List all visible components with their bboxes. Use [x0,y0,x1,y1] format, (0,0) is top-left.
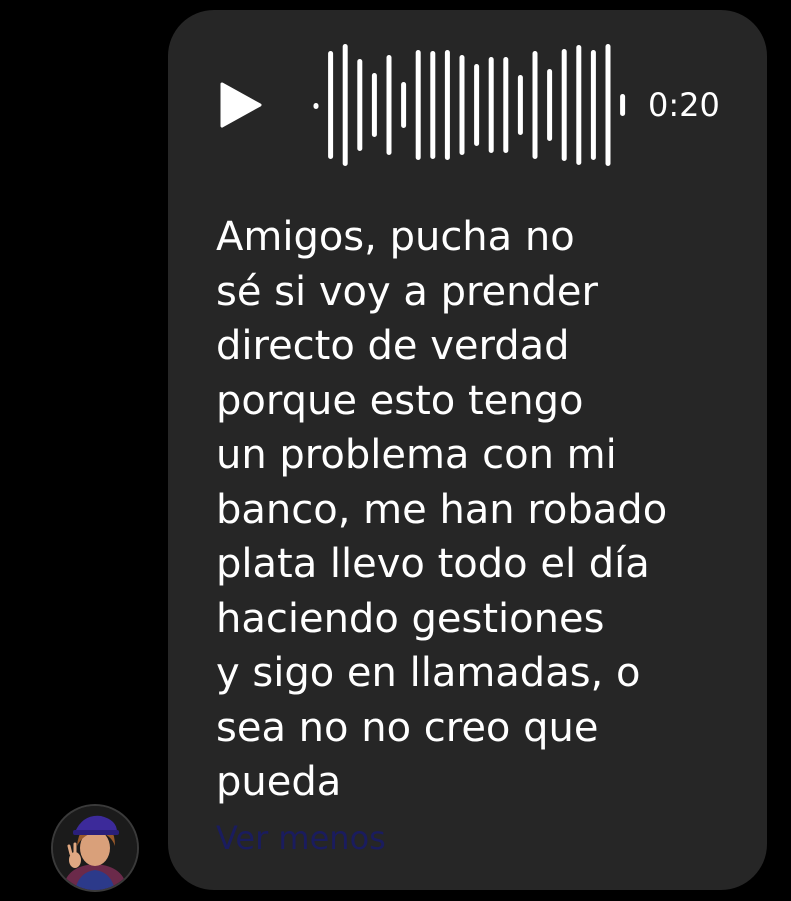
transcript-line: un problema con mi [216,432,617,478]
waveform-bar [328,51,334,159]
waveform-bar [561,49,567,161]
transcript-line: Amigos, pucha no [216,214,575,260]
transcript-line: banco, me han robado [216,486,668,533]
waveform-bar [590,50,596,160]
see-less-link[interactable]: Ver menos [216,818,386,858]
waveform-bar [605,44,611,166]
waveform-bar [371,73,377,137]
transcript-text: Amigos, pucha no sé si voy a prender direc… [216,210,736,810]
waveform-bar [342,44,348,166]
waveform-bar [474,64,480,146]
audio-waveform[interactable] [312,44,632,166]
waveform-bar [444,50,450,160]
waveform-bar [503,57,509,153]
waveform-bar [620,94,626,116]
audio-duration: 0:20 [648,86,720,124]
waveform-bar [459,55,465,155]
waveform-bar [415,50,421,160]
waveform-bar [401,82,407,128]
transcript-line: haciendo gestiones [216,595,605,642]
waveform-bar [532,51,538,159]
transcript-line: porque esto tengo [216,377,584,424]
transcript-line: sé si voy a prender [216,268,598,315]
waveform-bar [488,57,494,153]
waveform-bar [547,69,553,141]
waveform-bar [517,75,523,135]
transcript-line: directo de verdad [216,323,570,369]
waveform-bar [386,55,392,155]
waveform-bar [430,51,436,159]
transcript-line: y sigo en llamadas, o [216,650,641,696]
transcript-line: sea no no creo que [216,704,599,751]
play-button[interactable] [218,82,264,128]
waveform-bar [576,45,582,165]
waveform-bar [313,103,319,109]
play-icon [220,82,262,128]
transcript-line: pueda [216,759,342,805]
transcript-line: plata llevo todo el día [216,541,650,587]
audio-player: 0:20 [216,44,736,166]
sender-avatar[interactable] [53,806,137,890]
user-avatar [53,806,137,890]
waveform-bar [357,59,363,151]
voice-message-bubble: 0:20 Amigos, pucha no sé si voy a prender… [168,10,767,890]
